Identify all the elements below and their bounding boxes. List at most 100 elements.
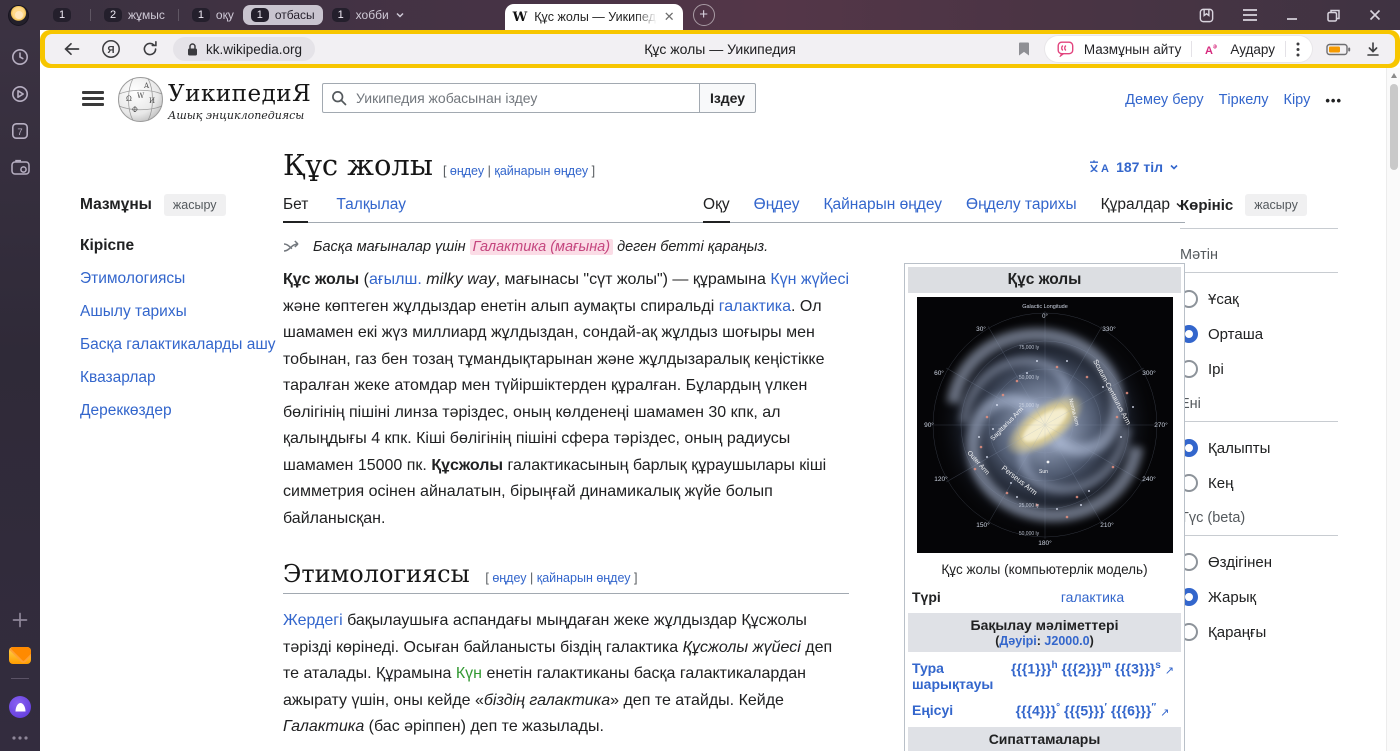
scrollbar-thumb[interactable] (1390, 84, 1398, 170)
tab-history[interactable]: Өңделу тарихы (966, 196, 1077, 214)
tab-group-selected[interactable]: 1 отбасы (243, 5, 323, 25)
yandex-button-icon[interactable]: Я (101, 39, 121, 59)
tab-close-icon[interactable]: ✕ (664, 9, 675, 25)
yandex-mail-icon[interactable] (9, 647, 31, 664)
radio-text-standard[interactable]: Орташа (1180, 325, 1338, 343)
radio-text-small[interactable]: Ұсақ (1180, 290, 1338, 308)
tab-panel-icon[interactable] (1198, 7, 1215, 24)
inline-link[interactable]: ағылш. (369, 271, 422, 288)
tab-tools[interactable]: Құралдар (1101, 196, 1185, 214)
inline-link[interactable]: m (1102, 660, 1111, 671)
edit-source-link[interactable]: қайнарын өңдеу (537, 571, 631, 585)
text-segment: және көптеген жұлдыздар енетін алып аума… (283, 298, 719, 315)
radio-width-standard[interactable]: Қалыпты (1180, 439, 1338, 457)
inline-link[interactable]: {{{1}}} (1011, 661, 1051, 677)
register-link[interactable]: Тіркелу (1219, 92, 1269, 108)
radio-width-wide[interactable]: Кең (1180, 474, 1338, 492)
inline-link[interactable]: {{{5}}} (1064, 703, 1104, 719)
tab-group[interactable]: 2 жұмыс (96, 5, 173, 25)
galaxy-link[interactable]: галактика (1061, 589, 1124, 605)
donate-link[interactable]: Демеу беру (1125, 92, 1203, 108)
tab-edit-source[interactable]: Қайнарын өңдеу (824, 196, 943, 214)
window-controls (1198, 7, 1400, 24)
toc-item-other-galaxies[interactable]: Басқа галактикаларды ашу (80, 336, 276, 353)
media-play-icon[interactable] (10, 84, 30, 104)
radio-color-light[interactable]: Жарық (1180, 588, 1338, 606)
inline-link[interactable]: {{{2}}} (1061, 661, 1101, 677)
inline-link[interactable]: галактика (719, 298, 791, 315)
close-icon[interactable] (1368, 8, 1382, 22)
svg-text:Ω: Ω (126, 95, 132, 103)
history-icon[interactable] (10, 47, 30, 67)
language-selector[interactable]: A 187 тіл (1088, 159, 1179, 175)
declination-link[interactable]: Еңісуі (912, 702, 953, 718)
back-icon[interactable] (63, 41, 81, 57)
translate-button[interactable]: Аудару (1230, 42, 1275, 57)
tab-counter-icon[interactable]: 7 (10, 121, 30, 141)
scroll-up-icon[interactable] (1391, 73, 1397, 78)
new-tab-button[interactable]: + (693, 4, 715, 26)
read-aloud-button[interactable]: Мазмұнын айту (1084, 42, 1181, 57)
page-scrollbar[interactable] (1386, 68, 1400, 751)
toc-item-sources[interactable]: Дереккөздер (80, 402, 172, 419)
edit-link[interactable]: өңдеу (450, 164, 484, 178)
inline-link[interactable]: {{{6}}} (1111, 703, 1151, 719)
restore-icon[interactable] (1326, 8, 1341, 23)
add-panel-icon[interactable] (10, 610, 30, 630)
inline-link[interactable]: s (1155, 660, 1161, 671)
refresh-icon[interactable] (141, 40, 159, 58)
alice-assistant-icon[interactable] (9, 696, 31, 718)
toc-item-discovery[interactable]: Ашылу тарихы (80, 303, 187, 320)
inline-link[interactable]: Галактика (мағына) (470, 239, 614, 255)
edit-source-link[interactable]: қайнарын өңдеу (494, 164, 588, 178)
tab-edit[interactable]: Өңдеу (754, 196, 800, 214)
radio-color-dark[interactable]: Қараңғы (1180, 623, 1338, 641)
inline-link[interactable]: J2000.0 (1044, 634, 1089, 648)
inline-link[interactable]: h (1051, 660, 1057, 671)
battery-icon[interactable] (1326, 43, 1351, 56)
login-link[interactable]: Кіру (1284, 92, 1311, 108)
epoch-line: (Дәуірі: J2000.0) (910, 634, 1179, 648)
tab-group[interactable]: 1 (45, 5, 85, 25)
more-options-icon[interactable] (1296, 42, 1300, 57)
url-text: kk.wikipedia.org (206, 42, 302, 57)
radio-text-large[interactable]: Ірі (1180, 360, 1338, 378)
tab-group[interactable]: 1 оқу (184, 5, 242, 25)
wikipedia-wordmark[interactable]: УикипедиЯ Ашық энциклопедиясы (168, 81, 311, 122)
screenshot-icon[interactable] (10, 158, 31, 177)
header-more-icon[interactable]: ••• (1325, 93, 1342, 108)
inline-link[interactable]: Күн (456, 665, 482, 682)
bookmark-icon[interactable] (1017, 41, 1031, 57)
minimize-icon[interactable] (1285, 8, 1299, 22)
active-tab[interactable]: W Құс жолы — Уикипеди ✕ (505, 4, 683, 30)
tab-talk[interactable]: Талқылау (336, 196, 406, 214)
search-input[interactable] (322, 83, 700, 113)
inline-link[interactable]: {{{3}}} (1115, 661, 1155, 677)
right-ascension-link[interactable]: Тура шарықтауы (912, 660, 993, 692)
tab-page[interactable]: Бет (283, 196, 308, 214)
inline-link[interactable]: Жердегі (283, 612, 343, 629)
toc-hide-button[interactable]: жасыру (164, 194, 226, 216)
toc-item-etymology[interactable]: Этимологиясы (80, 270, 185, 287)
menu-icon[interactable] (1242, 8, 1258, 22)
edit-link[interactable]: өңдеу (492, 571, 526, 585)
tab-group[interactable]: 1 хобби (324, 5, 413, 25)
svg-text:А: А (1205, 45, 1213, 57)
profile-avatar[interactable] (8, 5, 29, 26)
sidebar-more-icon[interactable] (11, 735, 29, 741)
main-menu-icon[interactable] (82, 91, 104, 106)
search-button[interactable]: Іздеу (699, 83, 756, 113)
radio-color-auto[interactable]: Өздігінен (1180, 553, 1338, 571)
inline-link[interactable]: {{{4}}} (1016, 703, 1056, 719)
toc-item-quasars[interactable]: Квазарлар (80, 369, 156, 386)
toc-item-intro[interactable]: Кіріспе (80, 236, 276, 256)
download-icon[interactable] (1365, 41, 1381, 57)
wikipedia-logo[interactable]: ΩWИФA (117, 76, 164, 123)
inline-link[interactable]: Дәуірі (999, 634, 1036, 648)
tab-read[interactable]: Оқу (703, 196, 730, 214)
galaxy-image[interactable]: Galactic Longitude 0° 30° 60° 90° 120° 1… (917, 297, 1173, 553)
inline-link[interactable]: ″ (1151, 702, 1156, 713)
url-field[interactable]: kk.wikipedia.org (173, 37, 315, 61)
inline-link[interactable]: Күн жүйесі (770, 271, 849, 288)
appearance-hide-button[interactable]: жасыру (1245, 194, 1307, 216)
